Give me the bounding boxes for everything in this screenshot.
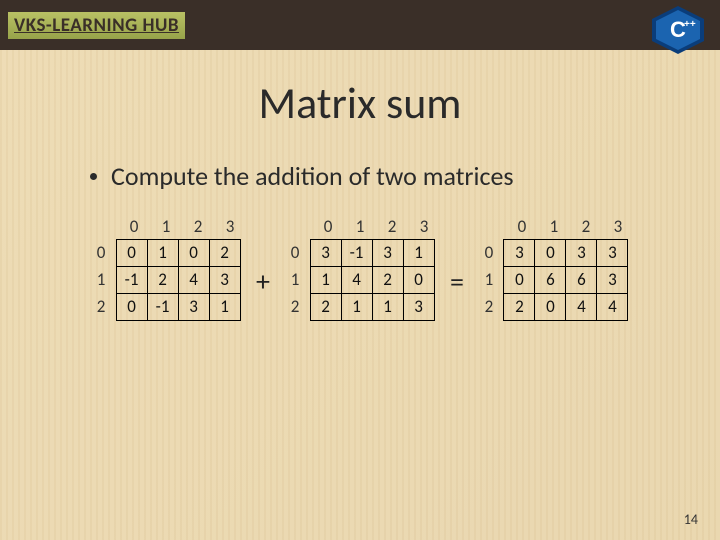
row-header: 0 [280, 242, 310, 263]
brand-title: VKS-LEARNING HUB [8, 12, 185, 39]
cell: 2 [372, 266, 404, 294]
row-header: 2 [474, 296, 504, 317]
col-header: 3 [408, 216, 440, 239]
header-bar: VKS-LEARNING HUB [0, 0, 720, 50]
cell: 2 [503, 293, 535, 321]
bullet-text: Compute the addition of two matrices [111, 160, 514, 192]
matrix-b: 0 1 2 3 0 3 -1 3 1 1 1 4 2 0 2 2 1 1 3 [280, 216, 440, 320]
row-header: 1 [280, 269, 310, 290]
cell: 3 [178, 293, 210, 321]
col-header: 3 [602, 216, 634, 239]
cell: 0 [534, 293, 566, 321]
cell: 3 [310, 239, 342, 267]
cell: 4 [596, 293, 628, 321]
col-header: 0 [506, 216, 538, 239]
cell: 3 [565, 239, 597, 267]
row-header: 1 [86, 269, 116, 290]
cell: -1 [116, 266, 148, 294]
cell: 3 [596, 239, 628, 267]
col-header: 3 [214, 216, 246, 239]
row-header: 0 [474, 242, 504, 263]
cell: 2 [209, 239, 241, 267]
cell: 1 [147, 239, 179, 267]
cell: 0 [534, 239, 566, 267]
col-header: 2 [376, 216, 408, 239]
col-header: 2 [570, 216, 602, 239]
slide-title: Matrix sum [0, 76, 720, 130]
cell: 4 [565, 293, 597, 321]
equals-operator: = [450, 264, 464, 299]
cell: 1 [310, 266, 342, 294]
bullet-line: Compute the addition of two matrices [90, 160, 720, 192]
cell: 3 [209, 266, 241, 294]
cell: 1 [209, 293, 241, 321]
cell: 3 [372, 239, 404, 267]
cell: 0 [403, 266, 435, 294]
cell: 2 [147, 266, 179, 294]
cell: -1 [147, 293, 179, 321]
col-header: 1 [344, 216, 376, 239]
col-header: 1 [150, 216, 182, 239]
cell: 6 [565, 266, 597, 294]
row-header: 2 [280, 296, 310, 317]
cell: -1 [341, 239, 373, 267]
matrix-c: 0 1 2 3 0 3 0 3 3 1 0 6 6 3 2 2 0 4 4 [474, 216, 634, 320]
bullet-dot-icon [90, 173, 97, 180]
cell: 6 [534, 266, 566, 294]
col-header: 1 [538, 216, 570, 239]
cell: 1 [403, 239, 435, 267]
row-header: 1 [474, 269, 504, 290]
cell: 3 [596, 266, 628, 294]
cell: 4 [178, 266, 210, 294]
col-header: 2 [182, 216, 214, 239]
col-header: 0 [312, 216, 344, 239]
cell: 3 [403, 293, 435, 321]
row-header: 2 [86, 296, 116, 317]
cpp-logo: C ++ [646, 4, 710, 54]
col-header: 0 [118, 216, 150, 239]
cell: 3 [503, 239, 535, 267]
cell: 1 [372, 293, 404, 321]
cell: 0 [116, 293, 148, 321]
cell: 2 [310, 293, 342, 321]
cell: 1 [341, 293, 373, 321]
row-header: 0 [86, 242, 116, 263]
slide-number: 14 [684, 511, 698, 528]
matrix-a: 0 1 2 3 0 0 1 0 2 1 -1 2 4 3 2 0 -1 3 1 [86, 216, 246, 320]
cell: 0 [503, 266, 535, 294]
cell: 0 [116, 239, 148, 267]
logo-plusplus: ++ [684, 19, 696, 30]
matrices-row: 0 1 2 3 0 0 1 0 2 1 -1 2 4 3 2 0 -1 3 1 … [0, 216, 720, 320]
plus-operator: + [256, 264, 270, 299]
cell: 4 [341, 266, 373, 294]
cell: 0 [178, 239, 210, 267]
